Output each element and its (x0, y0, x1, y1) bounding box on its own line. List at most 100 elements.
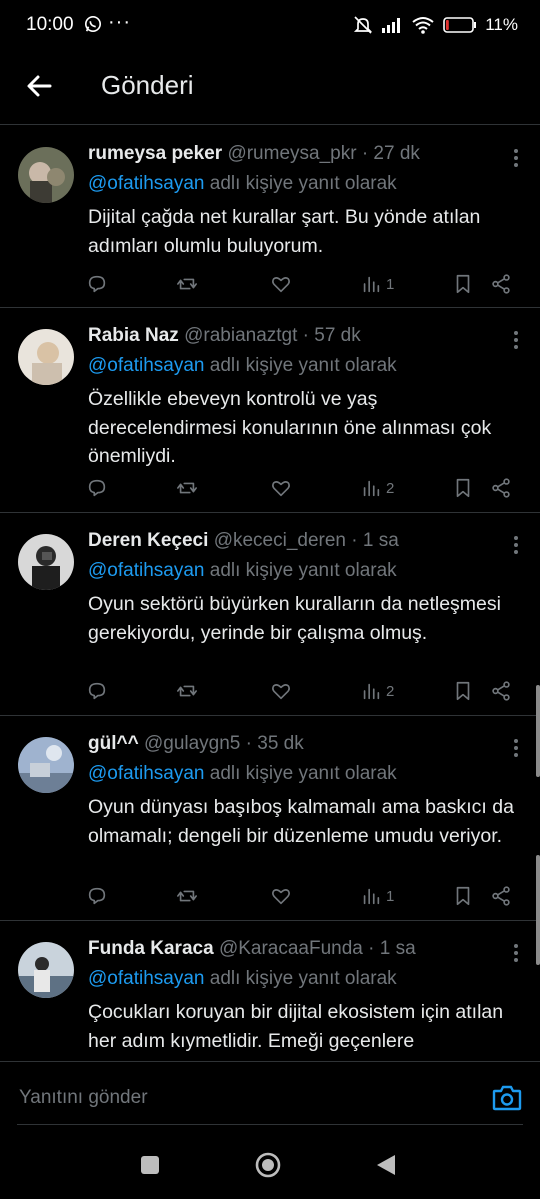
share-button[interactable] (490, 475, 512, 501)
views-button[interactable]: 1 (360, 883, 394, 909)
reply-post[interactable]: gül^^ @gulaygn5 · 35 dk @ofatihsayan adl… (0, 715, 540, 921)
replies-feed[interactable]: rumeysa peker @rumeysa_pkr · 27 dk @ofat… (0, 125, 540, 1060)
post-actions: 1 (86, 883, 516, 909)
display-name[interactable]: rumeysa peker (88, 143, 222, 164)
battery-icon (443, 17, 477, 33)
replying-to-label: adlı kişiye yanıt olarak (204, 173, 397, 194)
bookmark-icon (456, 681, 470, 701)
like-button[interactable] (270, 883, 292, 909)
back-triangle-icon[interactable] (375, 1154, 397, 1176)
more-options-icon[interactable] (512, 329, 520, 351)
display-name[interactable]: Funda Karaca (88, 938, 214, 959)
reply-icon (88, 682, 106, 700)
like-button[interactable] (270, 678, 292, 704)
post-text: Oyun dünyası başıboş kalmamalı ama baskı… (88, 796, 514, 847)
mention-link[interactable]: @ofatihsayan (88, 763, 204, 784)
reply-post[interactable]: Funda Karaca @KaracaaFunda · 1 sa @ofati… (0, 920, 540, 1060)
reply-input[interactable] (17, 1086, 441, 1110)
views-count: 1 (386, 887, 395, 905)
replying-to: @ofatihsayan adlı kişiye yanıt olarak (88, 763, 397, 785)
views-button[interactable]: 2 (360, 475, 394, 501)
status-time: 10:00 (26, 14, 74, 35)
heart-icon (272, 889, 290, 905)
bookmark-button[interactable] (452, 883, 474, 909)
repost-button[interactable] (176, 678, 198, 704)
avatar[interactable] (18, 329, 74, 385)
share-icon (492, 274, 510, 294)
mute-bell-icon (354, 16, 373, 34)
like-button[interactable] (270, 475, 292, 501)
views-chart-icon (363, 276, 380, 293)
more-options-icon[interactable] (512, 737, 520, 759)
share-button[interactable] (490, 678, 512, 704)
more-notifications-icon: ··· (108, 11, 131, 33)
views-chart-icon (363, 888, 380, 905)
reply-button[interactable] (86, 271, 108, 297)
mention-link[interactable]: @ofatihsayan (88, 968, 204, 989)
post-header: Deren Keçeci @kececi_deren · 1 sa (88, 530, 490, 552)
scrollbar-thumb-secondary[interactable] (536, 855, 540, 965)
views-chart-icon (363, 480, 380, 497)
bookmark-button[interactable] (452, 475, 474, 501)
post-actions: 2 (86, 678, 516, 704)
post-header: rumeysa peker @rumeysa_pkr · 27 dk (88, 143, 490, 165)
reply-post[interactable]: Rabia Naz @rabianaztgt · 57 dk @ofatihsa… (0, 307, 540, 513)
post-actions: 1 (86, 271, 516, 297)
post-text: Oyun sektörü büyürken kuralların da netl… (88, 593, 501, 644)
handle-and-time: @gulaygn5 · 35 dk (143, 733, 304, 754)
repost-icon (177, 685, 197, 697)
avatar[interactable] (18, 534, 74, 590)
post-header: Funda Karaca @KaracaaFunda · 1 sa (88, 938, 490, 960)
system-navigation-bar (0, 1135, 540, 1199)
repost-button[interactable] (176, 271, 198, 297)
share-icon (492, 681, 510, 701)
mention-link[interactable]: @ofatihsayan (88, 560, 204, 581)
battery-level-fill (446, 20, 450, 30)
bookmark-icon (456, 478, 470, 498)
recent-apps-icon[interactable] (140, 1155, 160, 1175)
post-text: Özellikle ebeveyn kontrolü ve yaş derece… (88, 388, 492, 467)
share-button[interactable] (490, 883, 512, 909)
reply-post[interactable]: rumeysa peker @rumeysa_pkr · 27 dk @ofat… (0, 125, 540, 308)
display-name[interactable]: gül^^ (88, 733, 139, 754)
like-button[interactable] (270, 271, 292, 297)
display-name[interactable]: Deren Keçeci (88, 530, 208, 551)
reply-post[interactable]: Deren Keçeci @kececi_deren · 1 sa @ofati… (0, 512, 540, 716)
more-options-icon[interactable] (512, 147, 520, 169)
more-options-icon[interactable] (512, 534, 520, 556)
repost-icon (177, 890, 197, 902)
post-text: Çocukları koruyan bir dijital ekosistem … (88, 1001, 504, 1060)
top-app-bar: Gönderi (0, 52, 540, 124)
repost-button[interactable] (176, 475, 198, 501)
replying-to-label: adlı kişiye yanıt olarak (204, 355, 397, 376)
display-name[interactable]: Rabia Naz (88, 325, 179, 346)
replying-to: @ofatihsayan adlı kişiye yanıt olarak (88, 355, 397, 377)
mention-link[interactable]: @ofatihsayan (88, 355, 204, 376)
mention-link[interactable]: @ofatihsayan (88, 173, 204, 194)
scrollbar-thumb[interactable] (536, 685, 540, 777)
post-actions: 2 (86, 475, 516, 501)
views-button[interactable]: 1 (360, 271, 394, 297)
share-button[interactable] (490, 271, 512, 297)
reply-button[interactable] (86, 475, 108, 501)
reply-button[interactable] (86, 678, 108, 704)
avatar[interactable] (18, 737, 74, 793)
composer-divider (17, 1124, 523, 1125)
bookmark-button[interactable] (452, 271, 474, 297)
status-bar: 10:00 ··· 11% (0, 0, 540, 52)
post-text: Dijital çağda net kurallar şart. Bu yönd… (88, 206, 481, 257)
back-arrow-icon[interactable] (22, 68, 58, 104)
repost-button[interactable] (176, 883, 198, 909)
bookmark-button[interactable] (452, 678, 474, 704)
reply-button[interactable] (86, 883, 108, 909)
home-icon[interactable] (255, 1152, 281, 1178)
views-button[interactable]: 2 (360, 678, 394, 704)
replying-to: @ofatihsayan adlı kişiye yanıt olarak (88, 560, 397, 582)
more-options-icon[interactable] (512, 942, 520, 964)
heart-icon (272, 277, 290, 293)
avatar[interactable] (18, 147, 74, 203)
handle-and-time: @KaracaaFunda · 1 sa (218, 938, 416, 959)
whatsapp-notification-icon (84, 15, 102, 33)
camera-icon[interactable] (492, 1084, 522, 1112)
avatar[interactable] (18, 942, 74, 998)
